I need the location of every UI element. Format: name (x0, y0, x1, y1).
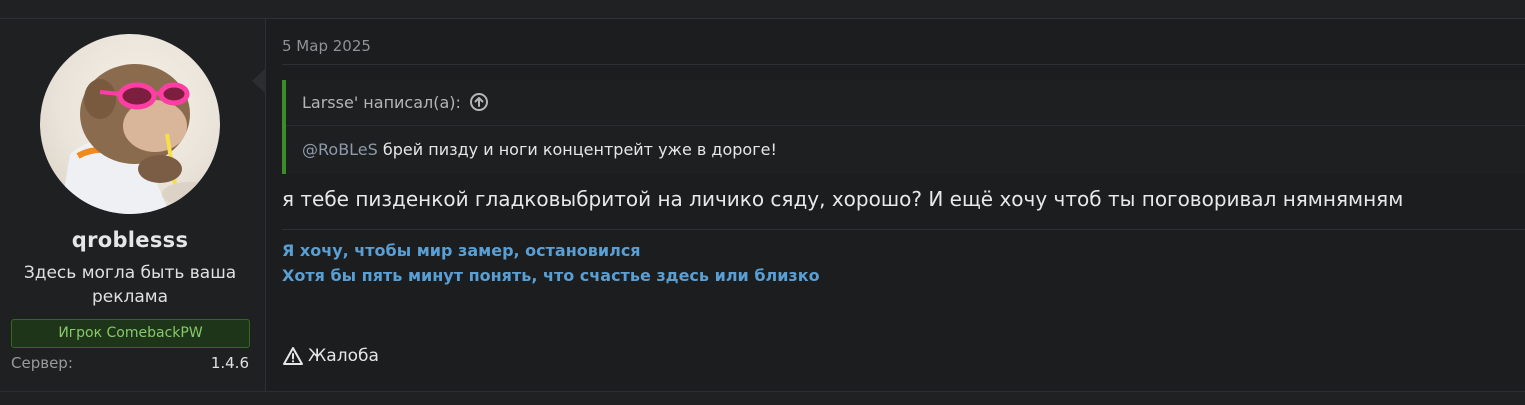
message-area: 5 Мар 2025 Larsse' написал(а): @RoBLeS б… (266, 19, 1525, 391)
quote-content: брей пизду и ноги концентрейт уже в доро… (382, 140, 777, 159)
quote-author: Larsse' написал(а): (302, 92, 461, 112)
monkey-avatar-icon (60, 64, 218, 214)
server-value: 1.4.6 (210, 354, 249, 372)
signature-line: Я хочу, чтобы мир замер, остановился (282, 241, 641, 260)
warning-icon (283, 347, 303, 365)
user-panel: qroblesss Здесь могла быть ваша реклама … (0, 19, 266, 391)
report-button[interactable]: Жалоба (282, 346, 379, 366)
mention-link[interactable]: @RoBLeS (302, 140, 378, 159)
quote-block: Larsse' написал(а): @RoBLeS брей пизду и… (282, 80, 1525, 174)
server-label: Сервер: (11, 354, 73, 372)
post-body: я тебе пизденкой гладковыбритой на личик… (282, 187, 1404, 211)
forum-post: qroblesss Здесь могла быть ваша реклама … (0, 19, 1525, 392)
post-pointer-arrow (252, 68, 266, 94)
user-title: Здесь могла быть ваша реклама (23, 263, 237, 307)
report-label: Жалоба (308, 346, 379, 366)
username[interactable]: qroblesss (0, 228, 260, 252)
quote-text: @RoBLeS брей пизду и ноги концентрейт уж… (302, 140, 777, 159)
signature-divider (282, 229, 1525, 230)
post-date[interactable]: 5 Мар 2025 (282, 37, 371, 55)
user-banner: Игрок ComebackPW (11, 319, 250, 348)
signature-line: Хотя бы пять минут понять, что счастье з… (282, 266, 820, 285)
top-bar (0, 0, 1525, 19)
signature: Я хочу, чтобы мир замер, остановился Хот… (282, 238, 820, 288)
quote-header[interactable]: Larsse' написал(а): (302, 92, 489, 112)
arrow-up-circle-icon[interactable] (469, 92, 489, 112)
divider (282, 64, 1525, 65)
quote-divider (286, 125, 1525, 126)
bottom-bar (0, 392, 1525, 405)
user-avatar[interactable] (40, 34, 220, 214)
